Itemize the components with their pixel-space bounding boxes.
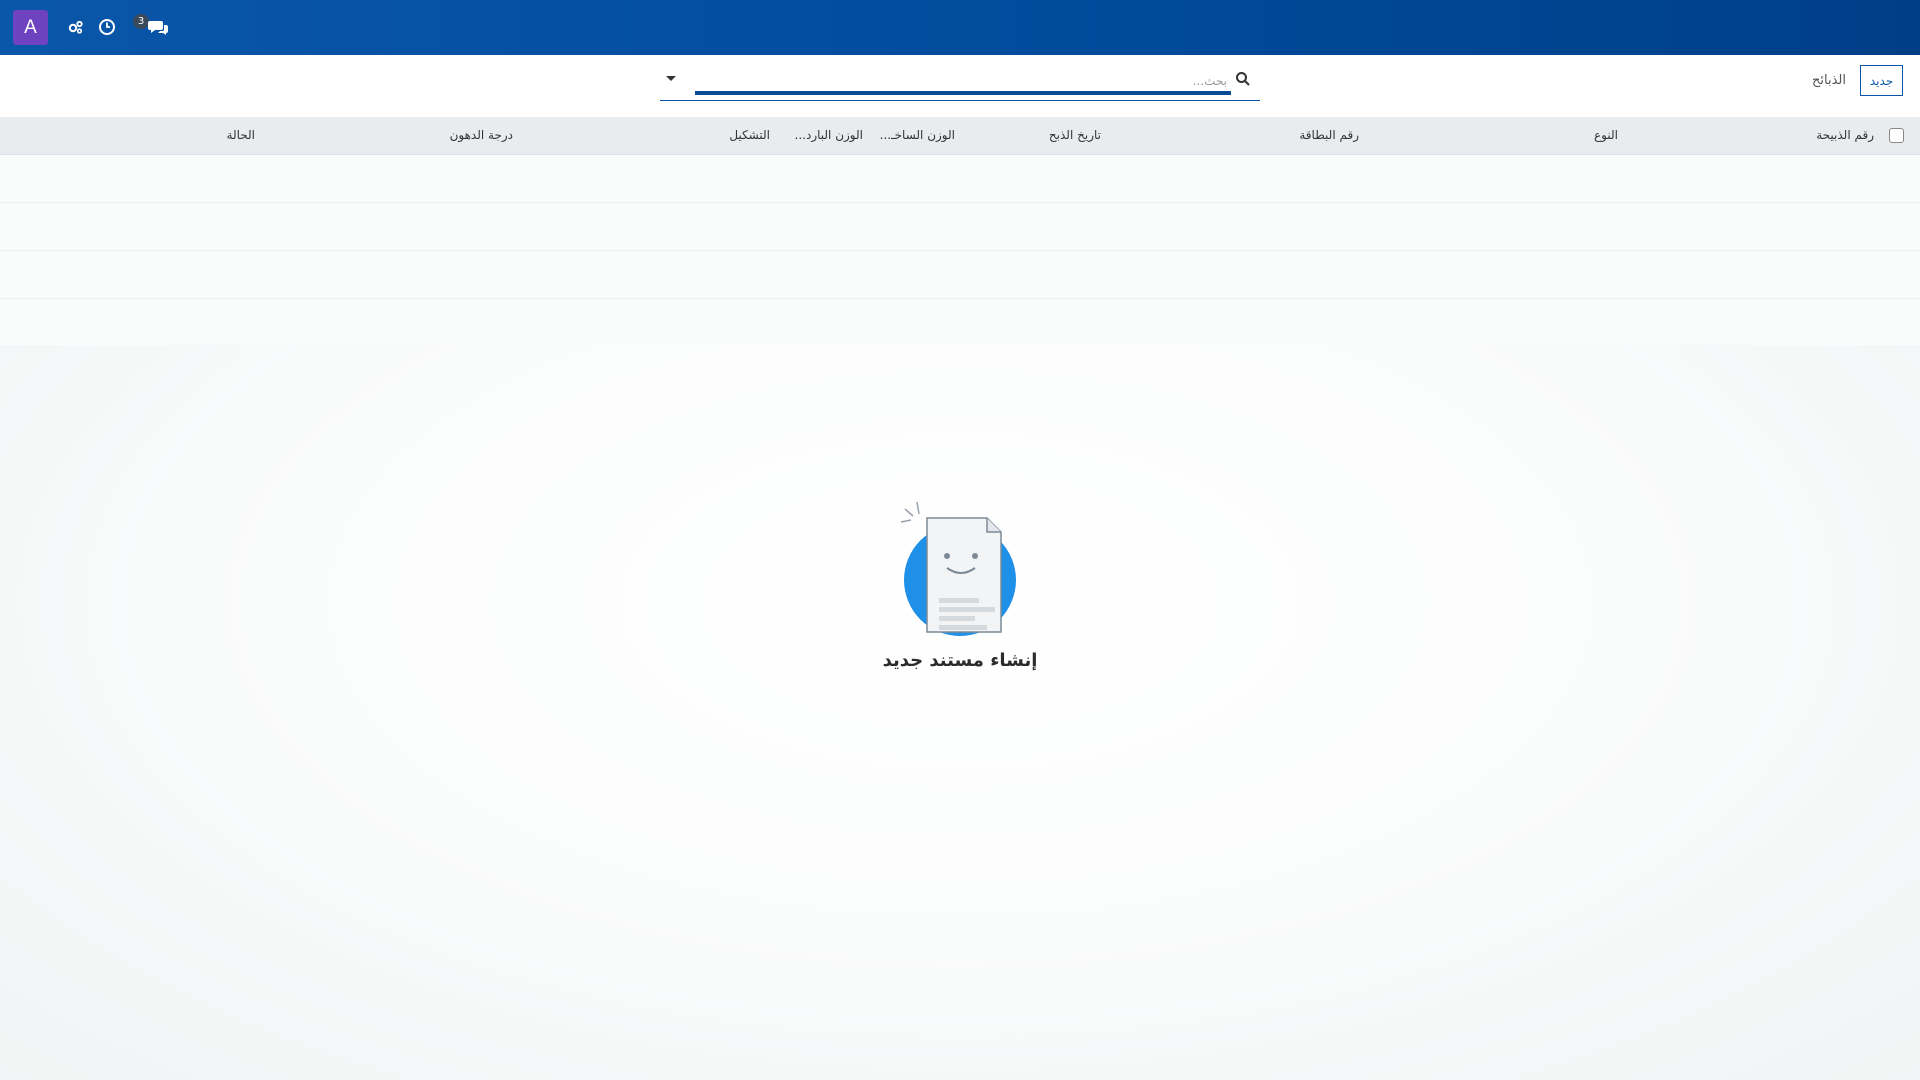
empty-state-helper: إنشاء مستند جديد — [880, 500, 1040, 671]
column-header[interactable]: التشكيل — [729, 128, 770, 142]
smiling-document-icon — [880, 500, 1040, 644]
column-header[interactable]: رقم البطاقة — [1299, 128, 1359, 142]
select-all-checkbox[interactable] — [1889, 128, 1904, 143]
column-header[interactable]: تاريخ الذبح — [1049, 128, 1101, 142]
table-row — [0, 155, 1920, 203]
new-button[interactable]: جديد — [1860, 65, 1903, 96]
column-header[interactable]: الوزن الساخـ... — [880, 128, 955, 142]
user-avatar[interactable]: A — [13, 10, 48, 45]
search-options-toggle[interactable] — [663, 70, 679, 86]
table-row — [0, 299, 1920, 347]
column-header[interactable]: الحالة — [227, 128, 255, 142]
column-header[interactable]: رقم الذبيحة — [1816, 128, 1874, 142]
table-row — [0, 203, 1920, 251]
search-icon[interactable] — [1234, 70, 1252, 88]
search-input-underline — [695, 91, 1231, 95]
table-body — [0, 155, 1920, 347]
column-header[interactable]: الوزن البارد... — [795, 128, 863, 142]
column-header[interactable]: درجة الدهون — [450, 128, 513, 142]
create-document-title: إنشاء مستند جديد — [882, 650, 1038, 671]
table-header: رقم الذبيحة النوع رقم البطاقة تاريخ الذب… — [0, 117, 1920, 155]
settings-icon[interactable] — [65, 16, 87, 38]
top-navbar: A 3 — [0, 0, 1920, 55]
column-header[interactable]: النوع — [1594, 128, 1618, 142]
table-row — [0, 251, 1920, 299]
breadcrumb: الذبائح — [1812, 73, 1846, 88]
clock-icon[interactable] — [96, 16, 118, 38]
search-bar — [660, 64, 1260, 101]
control-panel: جديد الذبائح — [0, 55, 1920, 118]
chat-icon[interactable] — [146, 16, 170, 38]
empty-state-background — [0, 345, 1920, 1080]
